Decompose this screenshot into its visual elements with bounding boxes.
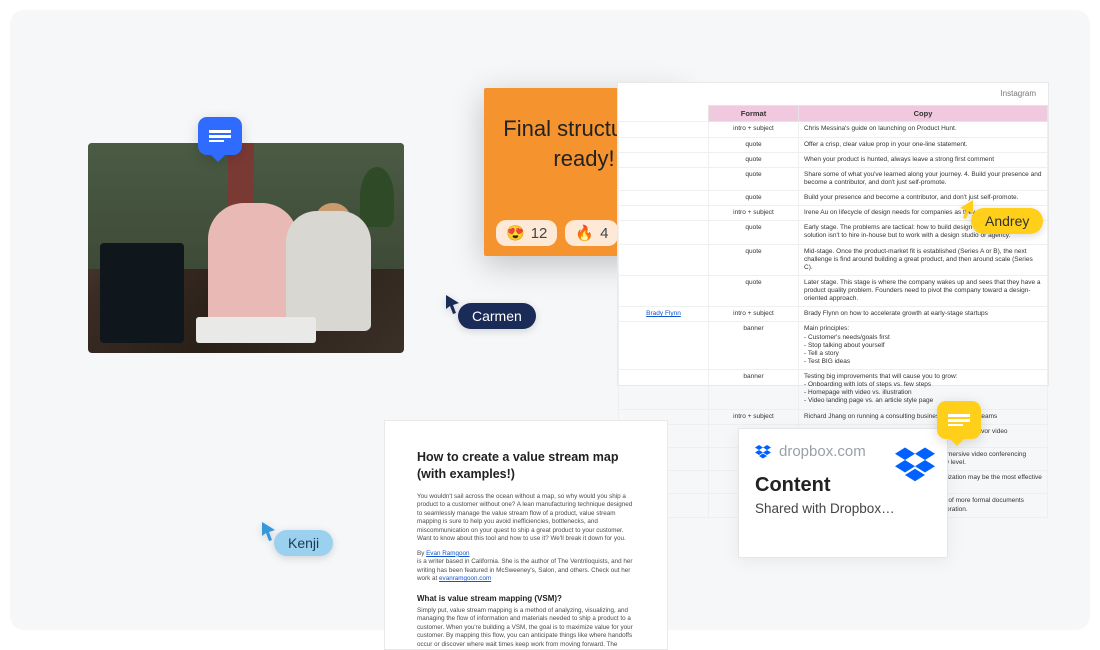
cursor-kenji: Kenji (260, 520, 333, 556)
table-row: quoteMid-stage. Once the product-market … (619, 244, 1048, 275)
domain-label: dropbox.com (779, 443, 866, 460)
cursor-andrey: Andrey (957, 198, 1043, 234)
col-copy: Copy (799, 106, 1048, 122)
table-row: Brady Flynnintro + subjectBrady Flynn on… (619, 307, 1048, 322)
spreadsheet-card[interactable]: Instagram Format Copy intro + subjectChr… (617, 82, 1049, 386)
doc-paragraph: You wouldn't sail across the ocean witho… (417, 493, 635, 544)
table-row: intro + subjectChris Messina's guide on … (619, 122, 1048, 137)
card-subtitle: Shared with Dropbox… (755, 501, 931, 516)
author-link[interactable]: Brady Flynn (646, 310, 681, 317)
doc-title: How to create a value stream map (with e… (417, 449, 635, 483)
table-row: quoteShare some of what you've learned a… (619, 167, 1048, 190)
reaction-heart-eyes[interactable]: 😍 12 (496, 220, 557, 246)
doc-subhead: What is value stream mapping (VSM)? (417, 594, 635, 603)
team-photo-card[interactable] (88, 143, 404, 353)
dropbox-icon (895, 447, 935, 483)
table-row: quoteLater stage. This stage is where th… (619, 275, 1048, 306)
reaction-count: 4 (600, 225, 608, 242)
cursor-label: Kenji (274, 530, 333, 556)
doc-byline: By Evan Ramgoon is a writer based in Cal… (417, 550, 635, 584)
dropbox-card[interactable]: dropbox.com Content Shared with Dropbox… (738, 428, 948, 558)
table-row: quoteOffer a crisp, clear value prop in … (619, 137, 1048, 152)
reaction-fire[interactable]: 🔥 4 (565, 220, 618, 246)
canvas: Final structure is ready! 😍 12 🔥 4 Insta… (10, 10, 1090, 630)
comment-icon[interactable] (937, 401, 981, 439)
reaction-count: 12 (531, 225, 548, 242)
col-format: Format (709, 106, 799, 122)
table-row: intro + subjectRichard Jhang on running … (619, 409, 1048, 424)
table-row: bannerTesting big improvements that will… (619, 370, 1048, 410)
doc-paragraph: Simply put, value stream mapping is a me… (417, 607, 635, 650)
author-link[interactable]: Evan Ramgoon (426, 550, 469, 557)
emoji-icon: 😍 (506, 224, 525, 242)
cursor-label: Andrey (971, 208, 1043, 234)
table-row: quoteWhen your product is hunted, always… (619, 152, 1048, 167)
author-site-link[interactable]: evanramgoon.com (439, 575, 491, 582)
table-row: bannerMain principles: - Customer's need… (619, 322, 1048, 370)
dropbox-icon (755, 445, 771, 459)
document-card[interactable]: How to create a value stream map (with e… (384, 420, 668, 650)
emoji-icon: 🔥 (575, 224, 594, 242)
comment-icon[interactable] (198, 117, 242, 155)
cursor-label: Carmen (458, 303, 536, 329)
cursor-carmen: Carmen (444, 293, 536, 329)
sheet-tag: Instagram (1000, 89, 1036, 99)
